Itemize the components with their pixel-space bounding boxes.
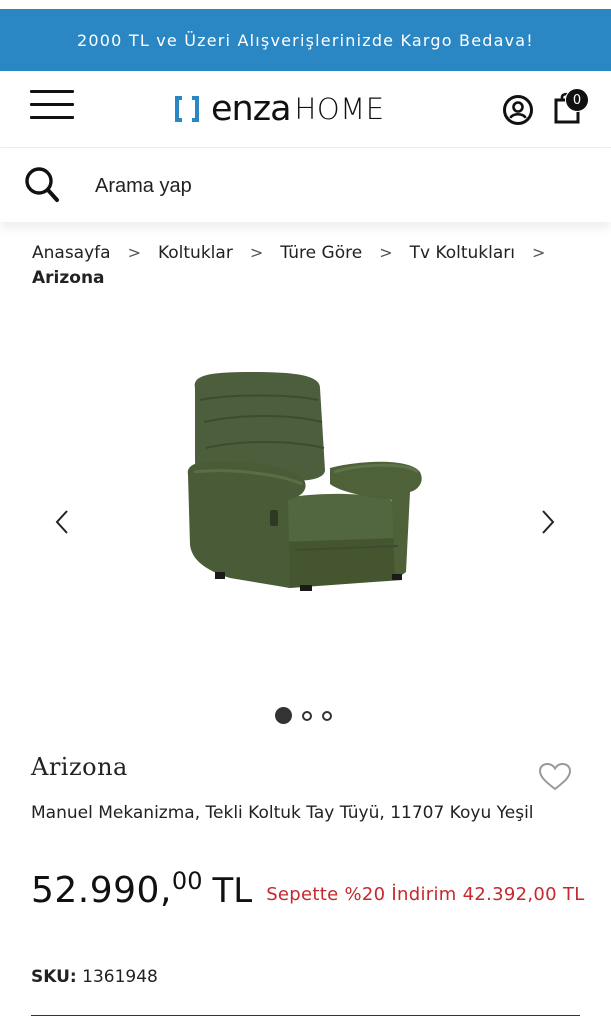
chevron-left-icon[interactable] [54,508,70,536]
hamburger-line [30,116,74,119]
chevron-right-icon[interactable] [540,508,556,536]
search-input[interactable] [93,168,557,204]
user-icon [503,95,533,125]
promo-bar: 2000 TL ve Üzeri Alışverişlerinizde Karg… [0,9,611,71]
chevron-right-icon: > [532,243,546,262]
breadcrumb: Anasayfa > Koltuklar > Türe Göre > Tv Ko… [32,240,592,290]
logo-word: enza [211,89,292,129]
chevron-right-icon: > [379,243,393,262]
hamburger-line [30,103,74,106]
divider [31,1015,580,1016]
carousel-dot-3[interactable] [322,710,332,721]
site-header: enza HOME 0 [0,71,611,147]
price-currency: TL [212,871,253,911]
price-integer: 52.990, [31,870,172,911]
price-row: 52.990, 00 TL Sepette %20 İndirim 42.392… [31,867,611,911]
breadcrumb-koltuklar[interactable]: Koltuklar [158,243,233,263]
logo-home: HOME [294,92,385,126]
chevron-right-icon: > [249,243,264,262]
carousel-dot-2[interactable] [302,710,312,721]
heart-icon[interactable] [538,762,572,792]
hamburger-icon [30,90,74,93]
chevron-right-icon: > [127,243,141,262]
sku: SKU: 1361948 [31,967,158,987]
sku-label: SKU: [31,967,77,987]
product-description: Manuel Mekanizma, Tekli Koltuk Tay Tüyü,… [31,803,534,823]
breadcrumb-home[interactable]: Anasayfa [32,243,111,263]
search-bar [0,147,611,222]
product-name: Arizona [31,753,128,781]
cart-discount-price: Sepette %20 İndirim 42.392,00 TL [266,884,585,905]
promo-text: 2000 TL ve Üzeri Alışverişlerinizde Karg… [77,30,534,50]
account-button[interactable] [502,94,534,130]
carousel-dot-1[interactable] [275,707,292,724]
cart-count-badge: 0 [565,88,589,112]
price-decimal: 00 [171,867,203,895]
logo-mark-icon [175,96,199,122]
product-image[interactable] [170,360,440,600]
sku-value: 1361948 [82,967,158,987]
carousel-dots [275,707,342,724]
breadcrumb-ture-gore[interactable]: Türe Göre [280,243,362,263]
hamburger-menu-button[interactable] [30,88,74,120]
logo[interactable]: enza HOME [175,89,385,129]
cart-button[interactable]: 0 [554,88,589,129]
breadcrumb-current: Arizona [32,268,105,288]
breadcrumb-tv-koltuklari[interactable]: Tv Koltukları [410,243,515,263]
search-icon[interactable] [24,166,60,204]
